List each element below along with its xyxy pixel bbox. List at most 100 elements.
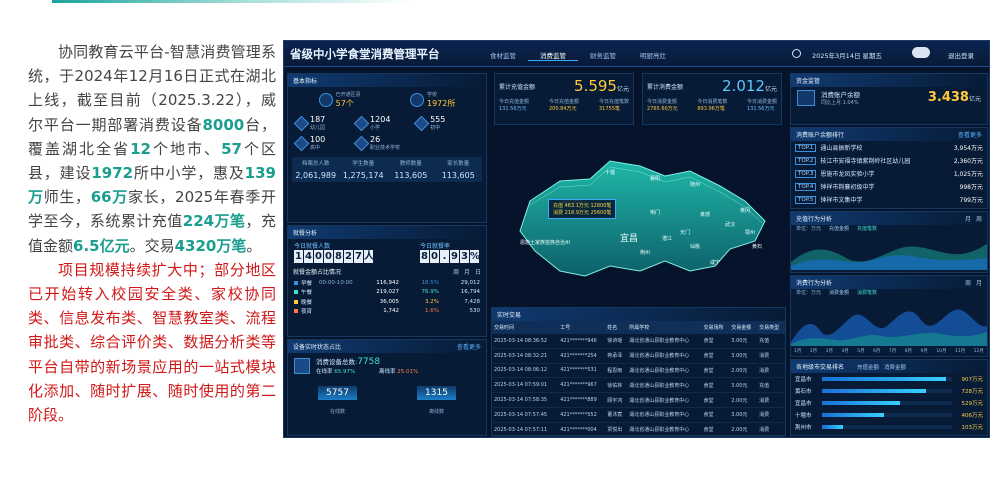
text-run: 所中小学，惠及 xyxy=(133,164,245,183)
meal-ratio-tabs[interactable]: 周月日 xyxy=(448,267,481,276)
table-row[interactable]: 2025-03-14 08:32:21 421*******254 蒋承泽 湖北省通山… xyxy=(492,348,785,364)
table-cell: 程思雨 xyxy=(605,363,628,379)
school-type-item: 26 职业技术学校 xyxy=(353,135,416,151)
trend-tab[interactable]: 周 xyxy=(965,280,971,287)
list-item[interactable]: TOP.2 枝江市安福寺镇紫荆岭社区幼儿园 2,360万元 xyxy=(791,154,987,167)
table-row[interactable]: 2025-03-14 08:36:52 421*******946 徐诗瑶 湖北省通山… xyxy=(492,334,785,349)
map-region-label[interactable]: 孝感 xyxy=(700,211,710,218)
table-cell: 顾宇鸿 xyxy=(605,392,628,408)
panel-title: 消费账户余额排行 查看更多 xyxy=(791,128,987,141)
list-item[interactable]: TOP.3 恩施市龙凤实验小学 1,025万元 xyxy=(791,167,987,180)
school-type-value: 26 xyxy=(370,135,381,144)
school-type-value: 100 xyxy=(310,135,326,144)
table-cell: 3.00元 xyxy=(729,377,758,394)
rank-more-link[interactable]: 查看更多 xyxy=(958,130,982,139)
dashboard-nav: 食材监管 消费监管 财务监管 明厨亮灶 xyxy=(478,50,678,61)
rank-badge: TOP.3 xyxy=(795,169,817,178)
people-value: 2,061,989 xyxy=(292,169,340,182)
school-type-icon xyxy=(353,115,370,131)
nav-tab[interactable]: 财务监管 xyxy=(578,50,628,61)
list-item[interactable]: TOP.5 钟祥市文集中学 799万元 xyxy=(791,193,987,206)
city-bar-track xyxy=(822,389,952,393)
map-region-label[interactable]: 仙桃 xyxy=(690,243,700,250)
map-region-label[interactable]: 荆州 xyxy=(640,249,650,256)
city-row: 宜昌市 907万元 xyxy=(791,373,987,385)
nav-tab[interactable]: 消费监管 xyxy=(528,50,578,61)
table-cell: 湖北省通山县职业教育中心 xyxy=(627,407,702,423)
map-region-label[interactable]: 鄂州 xyxy=(745,229,755,236)
table-row[interactable]: 2025-03-14 07:59:01 421*******967 徐佑林 湖北省通山… xyxy=(492,377,785,394)
nav-tab[interactable]: 食材监管 xyxy=(478,50,528,61)
city-value: 728万元 xyxy=(961,389,984,395)
table-cell: 湖北省通山县职业教育中心 xyxy=(627,334,702,349)
table-cell: 2025-03-14 08:06:12 xyxy=(492,363,559,379)
people-value: 113,605 xyxy=(387,169,435,182)
table-cell: 徐佑林 xyxy=(605,377,628,394)
city-tab[interactable]: 消费金额 xyxy=(884,365,906,371)
map-region-label[interactable]: 恩施土家族苗族自治州 xyxy=(520,239,570,246)
map-region-label[interactable]: 武汉 xyxy=(725,221,735,228)
online-rate-label: 在线率 xyxy=(316,369,333,375)
consume-sub2: 893.96万笔 xyxy=(697,106,725,112)
list-item[interactable]: TOP.1 通山县振新学校 3,954万元 xyxy=(791,141,987,154)
consume-trend-months: 1月 2月 3月 4月 5月 6月 7月 8月 9月 10月 11月 12月 xyxy=(791,348,987,354)
map-region-label[interactable]: 襄阳 xyxy=(650,175,660,182)
school-type-text: 555 初中 xyxy=(430,115,445,131)
table-row[interactable]: 2025-03-14 07:57:45 421*******552 董沐宸 湖北省通山… xyxy=(492,407,785,423)
trend-tab[interactable]: 周 xyxy=(976,216,982,223)
city-trans-tabs[interactable]: 充值金额 消费金额 xyxy=(852,364,906,371)
table-cell: 2025-03-14 08:36:52 xyxy=(492,334,559,349)
realtime-transactions-panel: 实时交易 交易时间 工号 姓名 所属学校 交易场所 交易金额 交易类型 2025-03-14… xyxy=(491,307,786,437)
table-cell: 2.00元 xyxy=(729,422,758,437)
settings-icon[interactable] xyxy=(792,49,801,58)
school-type-label: 职业技术学校 xyxy=(370,145,401,151)
table-cell: 湖北省通山县职业教育中心 xyxy=(627,392,702,408)
logout-button[interactable]: 退出登录 xyxy=(948,50,974,60)
hubei-map[interactable]: 十堰襄阳随州神农架林区荆门孝感宜昌恩施土家族苗族自治州荆州仙桃武汉鄂州黄冈咸宁黄… xyxy=(490,131,786,301)
month-label: 2月 xyxy=(809,349,818,354)
map-region-label[interactable]: 咸宁 xyxy=(710,259,720,266)
consume-trend-title: 消费行为分析 xyxy=(796,280,833,287)
trend-tab[interactable]: 月 xyxy=(965,216,971,223)
map-region-label[interactable]: 黄冈 xyxy=(740,207,750,214)
recharge-sub1-label: 今日充值金额 xyxy=(499,99,530,105)
month-label: 7月 xyxy=(888,349,897,354)
map-region-label[interactable]: 宜昌 xyxy=(620,231,638,244)
meal-tab[interactable]: 月 xyxy=(464,269,470,276)
map-region-label[interactable]: 随州 xyxy=(690,181,700,188)
map-region-label[interactable]: 荆门 xyxy=(650,209,660,216)
transactions-header-cell: 所属学校 xyxy=(627,321,702,334)
device-more-link[interactable]: 查看更多 xyxy=(457,342,481,351)
map-region-label[interactable]: 天门 xyxy=(680,229,690,236)
trend-tab[interactable]: 月 xyxy=(976,280,982,287)
consume-trend-tabs[interactable]: 周月 xyxy=(960,278,982,287)
school-type-grid: 187 幼儿园 1204 小学 555 初中 100 高中 26 职业技术学校 xyxy=(288,113,486,153)
table-row[interactable]: 2025-03-14 08:06:12 421*******531 程思雨 湖北省通山… xyxy=(492,363,785,379)
nav-tab[interactable]: 明厨亮灶 xyxy=(628,50,678,61)
recharge-trend-tabs[interactable]: 月周 xyxy=(960,214,982,223)
table-row[interactable]: 2025-03-14 07:57:11 421*******004 贾悦出 湖北省通山… xyxy=(492,422,785,437)
rank-value: 998万元 xyxy=(959,184,983,191)
map-region-label[interactable]: 潜江 xyxy=(662,235,672,242)
meal-tab[interactable]: 周 xyxy=(453,269,459,276)
people-header: 家长数量 xyxy=(434,157,482,169)
list-item[interactable]: TOP.4 钟祥市荆襄初级中学 998万元 xyxy=(791,180,987,193)
table-cell: 421*******254 xyxy=(558,348,606,364)
city-tab[interactable]: 充值金额 xyxy=(857,365,879,371)
table-row[interactable]: 2025-03-14 07:58:35 421*******889 顾宇鸿 湖北省通山… xyxy=(492,392,785,408)
map-region-label[interactable]: 十堰 xyxy=(605,169,615,176)
recharge-trend-chart xyxy=(791,244,987,270)
rank-value: 1,025万元 xyxy=(953,171,983,178)
month-label: 9月 xyxy=(920,349,928,354)
meal-pct: 1.6% xyxy=(425,308,439,315)
region-label: 已开通区县 xyxy=(335,92,361,98)
map-region-label[interactable]: 黄石 xyxy=(752,243,762,250)
rank-name: 通山县振新学校 xyxy=(820,145,863,152)
school-type-label: 小学 xyxy=(370,125,381,131)
transactions-body: 2025-03-14 08:36:52 421*******946 徐诗瑶 湖北省通山… xyxy=(492,334,785,437)
panel-title: 实时交易 xyxy=(492,308,785,321)
school-type-label: 初中 xyxy=(430,125,441,131)
consume-summary: 累计消费金额 2.012亿元 今日消费金额 2765.60万元 今日消费笔数 893… xyxy=(642,73,782,125)
meal-tab[interactable]: 日 xyxy=(475,269,481,276)
table-cell: 2025-03-14 07:57:11 xyxy=(492,422,559,437)
